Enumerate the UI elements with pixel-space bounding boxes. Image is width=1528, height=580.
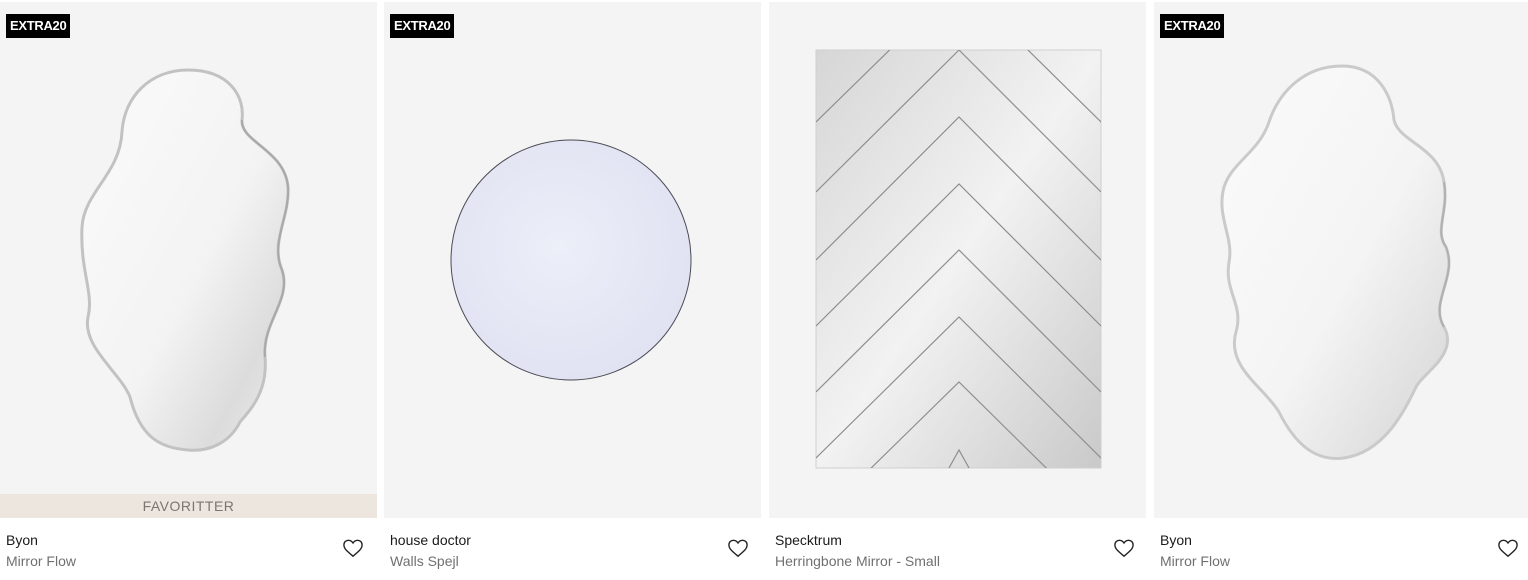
product-name[interactable]: Mirror Flow bbox=[6, 551, 336, 571]
product-brand[interactable]: house doctor bbox=[390, 530, 720, 550]
herringbone-mirror-image bbox=[815, 49, 1102, 469]
product-info[interactable]: Byon Mirror Flow bbox=[6, 530, 336, 571]
product-name[interactable]: Herringbone Mirror - Small bbox=[775, 551, 1105, 571]
product-info[interactable]: Byon Mirror Flow bbox=[1160, 530, 1490, 571]
product-card[interactable]: EXTRA20 house doctor Walls Spejl bbox=[384, 0, 761, 580]
product-info[interactable]: Specktrum Herringbone Mirror - Small bbox=[775, 530, 1105, 571]
product-name[interactable]: Walls Spejl bbox=[390, 551, 720, 571]
heart-outline-icon[interactable] bbox=[727, 538, 749, 558]
promo-badge: EXTRA20 bbox=[390, 14, 455, 38]
product-name[interactable]: Mirror Flow bbox=[1160, 551, 1490, 571]
wavy-mirror-image bbox=[1220, 64, 1451, 460]
product-card[interactable]: Specktrum Herringbone Mirror - Small bbox=[769, 0, 1146, 580]
wavy-mirror-image bbox=[80, 68, 290, 452]
product-info[interactable]: house doctor Walls Spejl bbox=[390, 530, 720, 571]
product-brand[interactable]: Specktrum bbox=[775, 530, 1105, 550]
product-brand[interactable]: Byon bbox=[1160, 530, 1490, 550]
product-image[interactable]: EXTRA20 bbox=[1154, 2, 1528, 518]
promo-badge: EXTRA20 bbox=[1160, 14, 1225, 38]
promo-badge: EXTRA20 bbox=[6, 14, 71, 38]
product-card[interactable]: EXTRA20 FAVORITTER Byon Mirror Flow bbox=[0, 0, 377, 580]
product-image[interactable] bbox=[769, 2, 1146, 518]
heart-outline-icon[interactable] bbox=[342, 538, 364, 558]
round-mirror-image bbox=[450, 139, 692, 381]
product-brand[interactable]: Byon bbox=[6, 530, 336, 550]
heart-outline-icon[interactable] bbox=[1497, 538, 1519, 558]
heart-outline-icon[interactable] bbox=[1113, 538, 1135, 558]
product-card[interactable]: EXTRA20 Byon Mirror Flow bbox=[1154, 0, 1528, 580]
favorites-banner: FAVORITTER bbox=[0, 494, 377, 518]
product-image[interactable]: EXTRA20 FAVORITTER bbox=[0, 2, 377, 518]
product-image[interactable]: EXTRA20 bbox=[384, 2, 761, 518]
